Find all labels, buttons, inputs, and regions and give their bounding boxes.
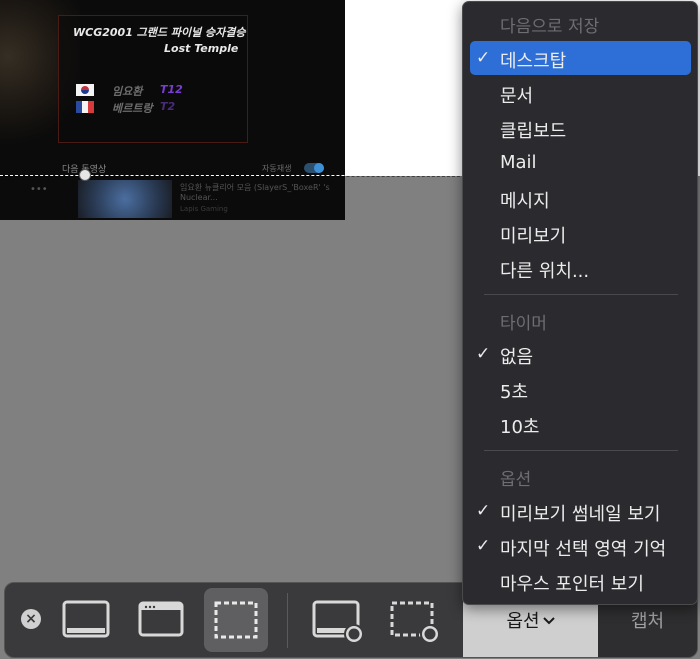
- selection-outline[interactable]: [0, 175, 470, 176]
- selection-outline-shadow: [0, 176, 470, 177]
- menu-separator: [484, 294, 678, 295]
- record-selected-portion-icon: [390, 601, 440, 644]
- next-video-channel: Lapis Gaming: [180, 205, 228, 213]
- ellipsis-icon: •••: [30, 184, 48, 195]
- options-button-label[interactable]: 옵션: [463, 607, 598, 633]
- check-icon: ✓: [476, 344, 491, 364]
- autoplay-toggle: [304, 163, 324, 173]
- record-entire-screen-icon: [312, 600, 364, 644]
- capture-entire-screen-icon: [62, 600, 110, 638]
- capture-selected-portion-button[interactable]: [204, 588, 268, 652]
- capture-button-label[interactable]: 캡처: [598, 607, 697, 633]
- menu-header-timer: 타이머: [500, 314, 547, 334]
- next-video-thumbnail: [78, 180, 172, 218]
- check-icon: ✓: [476, 536, 491, 556]
- menu-item-clipboard[interactable]: 클립보드: [500, 117, 566, 143]
- record-selected-portion-button[interactable]: [380, 588, 444, 652]
- menu-item-show-floating-thumbnail[interactable]: 미리보기 썸네일 보기: [500, 500, 660, 526]
- capture-selected-window-icon: [138, 601, 184, 637]
- menu-item-timer-5s[interactable]: 5초: [500, 378, 528, 404]
- chevron-down-icon: [542, 617, 555, 625]
- menu-item-timer-none[interactable]: 없음: [500, 343, 533, 369]
- player1-name: 임요환: [112, 85, 143, 98]
- options-label-text: 옵션: [506, 611, 540, 632]
- menu-header-options: 옵션: [500, 470, 532, 490]
- player2-name: 베르트랑: [112, 102, 153, 115]
- record-entire-screen-button[interactable]: [304, 588, 368, 652]
- menu-item-other-location[interactable]: 다른 위치...: [500, 257, 589, 283]
- close-icon[interactable]: ×: [21, 609, 41, 629]
- menu-separator: [484, 450, 678, 451]
- menu-item-desktop[interactable]: 데스크탑: [500, 47, 566, 73]
- autoplay-label: 자동재생: [262, 164, 292, 173]
- toolbar-divider: [287, 593, 288, 648]
- menu-item-remember-last-selection[interactable]: 마지막 선택 영역 기억: [500, 535, 666, 561]
- video-thumbnail: WCG2001 그랜드 파이널 승자결승 Lost Temple 임요환 T12…: [0, 0, 345, 220]
- check-icon: ✓: [476, 48, 491, 68]
- menu-item-documents[interactable]: 문서: [500, 82, 533, 108]
- match-map-name: Lost Temple: [164, 42, 239, 55]
- capture-selected-portion-icon: [214, 601, 258, 639]
- match-title: WCG2001 그랜드 파이널 승자결승: [73, 26, 246, 39]
- selection-resize-handle[interactable]: [79, 169, 91, 181]
- menu-item-preview[interactable]: 미리보기: [500, 222, 566, 248]
- capture-entire-screen-button[interactable]: [54, 588, 118, 652]
- menu-item-timer-10s[interactable]: 10초: [500, 413, 539, 439]
- menu-item-mail[interactable]: Mail: [500, 152, 537, 173]
- check-icon: ✓: [476, 501, 491, 521]
- korea-flag-icon: [76, 84, 94, 96]
- player1-race: T12: [160, 83, 183, 96]
- menu-item-show-mouse-pointer[interactable]: 마우스 포인터 보기: [500, 570, 644, 596]
- player2-race: T2: [160, 100, 176, 113]
- menu-header-save-to: 다음으로 저장: [500, 17, 600, 37]
- france-flag-icon: [76, 101, 94, 113]
- menu-item-messages[interactable]: 메시지: [500, 187, 550, 213]
- capture-selected-window-button[interactable]: [129, 588, 193, 652]
- next-video-title: 임요환 뉴클리어 모음 (SlayerS_'BoxeR' 's Nuclear.…: [180, 183, 330, 202]
